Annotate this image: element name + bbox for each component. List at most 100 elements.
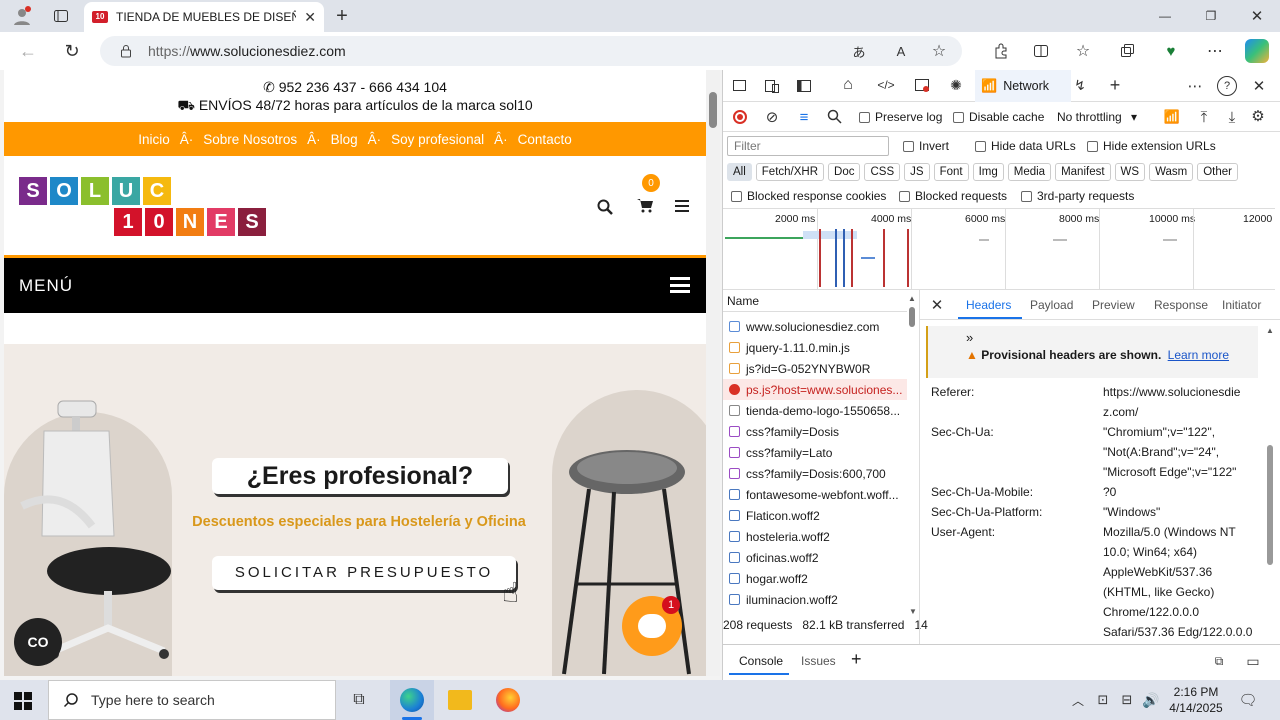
tab-initiator[interactable]: Initiator	[1222, 298, 1261, 312]
task-view-icon[interactable]: ⧉	[348, 690, 370, 710]
network-tab[interactable]: 📶 Network	[975, 70, 1071, 102]
checkbox-box[interactable]	[1021, 191, 1032, 203]
tab-preview[interactable]: Preview	[1092, 298, 1135, 312]
headers-scrollbar[interactable]: ▲	[1263, 326, 1277, 640]
nav-soy-profesional[interactable]: Soy profesional	[391, 132, 484, 147]
tab-actions-icon[interactable]	[50, 6, 72, 26]
request-row[interactable]: www.solucionesdiez.com	[723, 316, 907, 337]
blocked-response-cookies-checkbox[interactable]: Blocked response cookies	[731, 189, 886, 203]
filter-manifest[interactable]: Manifest	[1055, 163, 1111, 181]
search-icon[interactable]	[594, 196, 616, 218]
sources-bug-icon[interactable]: ✺	[947, 76, 965, 94]
drawer-add-icon[interactable]: +	[851, 649, 862, 670]
more-tabs-plus-icon[interactable]: +	[1105, 74, 1125, 96]
request-list-thumb[interactable]	[909, 307, 915, 327]
inspect-icon[interactable]	[731, 78, 749, 94]
nav-sobre-nosotros[interactable]: Sobre Nosotros	[203, 132, 297, 147]
headers-scrollbar-thumb[interactable]	[1267, 445, 1273, 565]
checkbox-box[interactable]	[731, 191, 742, 203]
scroll-down-icon[interactable]: ▼	[909, 607, 917, 616]
drawer-console-tab[interactable]: Console	[729, 645, 789, 675]
back-icon[interactable]: ←	[16, 40, 40, 62]
network-settings-icon[interactable]: ⚙	[1249, 107, 1267, 125]
scroll-up-icon[interactable]: ▲	[907, 294, 917, 303]
restore-icon[interactable]: ❐	[1200, 6, 1222, 26]
network-tray-icon[interactable]: ⊡	[1094, 690, 1112, 710]
tab-payload[interactable]: Payload	[1030, 298, 1073, 312]
learn-more-link[interactable]: Learn more	[1168, 348, 1229, 362]
request-row[interactable]: jquery-1.11.0.min.js	[723, 337, 907, 358]
close-window-icon[interactable]: ✕	[1246, 6, 1268, 26]
request-row[interactable]: hosteleria.woff2	[723, 526, 907, 547]
dock-drawer-icon[interactable]: ⧉	[1211, 653, 1227, 669]
notifications-icon[interactable]: 🗨	[1238, 690, 1258, 710]
split-screen-icon[interactable]	[1030, 40, 1052, 62]
extensions-icon[interactable]	[990, 40, 1012, 62]
elements-icon[interactable]: </>	[875, 76, 897, 94]
filter-wasm[interactable]: Wasm	[1149, 163, 1194, 181]
solicitar-presupuesto-button[interactable]: SOLICITAR PRESUPUESTO	[212, 556, 516, 590]
clear-icon[interactable]: ⊘	[763, 108, 781, 126]
filter-other[interactable]: Other	[1197, 163, 1238, 181]
read-aloud-icon[interactable]: A	[890, 40, 912, 62]
file-explorer-icon[interactable]	[448, 690, 472, 710]
filter-icon[interactable]: ≡	[795, 108, 813, 126]
checkbox-box[interactable]	[975, 141, 986, 153]
copilot-icon[interactable]	[1245, 39, 1269, 63]
favorites-icon[interactable]: ☆	[1072, 40, 1094, 62]
checkbox-box[interactable]	[1087, 141, 1098, 153]
nav-contacto[interactable]: Contacto	[518, 132, 572, 147]
clock[interactable]: 2:16 PM 4/14/2025	[1164, 684, 1228, 716]
devtools-more-icon[interactable]: ⋯	[1185, 76, 1205, 96]
hide-data-urls-checkbox[interactable]: Hide data URLs	[975, 139, 1076, 153]
filter-fetch-xhr[interactable]: Fetch/XHR	[755, 163, 825, 181]
welcome-home-icon[interactable]: ⌂	[839, 76, 857, 94]
translate-icon[interactable]: あ	[848, 40, 870, 62]
scroll-up-icon[interactable]: ▲	[1263, 326, 1277, 335]
request-row[interactable]: js?id=G-052YNYBW0R	[723, 358, 907, 379]
blocked-requests-checkbox[interactable]: Blocked requests	[899, 189, 1007, 203]
start-windows-icon[interactable]	[14, 692, 32, 710]
show-hidden-icons-icon[interactable]: ︿	[1070, 690, 1086, 710]
menu-bar[interactable]: MENÚ	[4, 258, 706, 313]
filter-media[interactable]: Media	[1007, 163, 1052, 181]
request-row[interactable]: fontawesome-webfont.woff...	[723, 484, 907, 505]
nav-blog[interactable]: Blog	[331, 132, 358, 147]
filter-js[interactable]: JS	[904, 163, 930, 181]
filter-font[interactable]: Font	[933, 163, 969, 181]
page-scrollbar-thumb[interactable]	[709, 92, 717, 128]
console-icon[interactable]	[913, 76, 931, 94]
request-row[interactable]: css?family=Dosis	[723, 421, 907, 442]
close-drawer-icon[interactable]: ▭	[1245, 653, 1261, 669]
edge-taskbar-button[interactable]	[390, 680, 434, 720]
request-list-scrollbar[interactable]: ▲ ▼	[907, 294, 917, 616]
filter-img[interactable]: Img	[972, 163, 1004, 181]
new-tab-icon[interactable]: +	[330, 4, 354, 28]
wifi-tray-icon[interactable]: ⊟	[1118, 690, 1136, 710]
name-column-header[interactable]: Name	[723, 290, 907, 312]
collections-icon[interactable]	[1116, 40, 1138, 62]
filter-ws[interactable]: WS	[1114, 163, 1146, 181]
request-row[interactable]: hogar.woff2	[723, 568, 907, 589]
device-toolbar-icon[interactable]	[763, 78, 781, 94]
profile-icon[interactable]	[10, 6, 34, 26]
browser-essentials-icon[interactable]: ♥	[1160, 40, 1182, 62]
network-conditions-icon[interactable]: 📶	[1163, 108, 1181, 126]
preserve-log-checkbox[interactable]: Preserve log	[859, 110, 942, 124]
volume-icon[interactable]: 🔊	[1142, 690, 1160, 710]
timeline-overview[interactable]: 2000 ms 4000 ms 6000 ms 8000 ms 10000 ms…	[723, 208, 1275, 290]
page-scrollbar[interactable]	[706, 70, 720, 676]
help-icon[interactable]: ?	[1217, 76, 1237, 96]
third-party-checkbox[interactable]: 3rd-party requests	[1021, 189, 1134, 203]
disable-cache-checkbox[interactable]: Disable cache	[953, 110, 1044, 124]
request-row[interactable]: css?family=Dosis:600,700	[723, 463, 907, 484]
site-logo[interactable]: S O L U C 1 0 N E S	[19, 177, 266, 236]
menu-toggle-icon[interactable]	[670, 277, 690, 293]
dock-icon[interactable]	[795, 78, 813, 94]
refresh-icon[interactable]: ↻	[60, 40, 84, 62]
drawer-issues-tab[interactable]: Issues	[801, 654, 836, 668]
browser-tab[interactable]: 10 TIENDA DE MUEBLES DE DISEÑO ✕	[84, 2, 324, 32]
tab-headers[interactable]: Headers	[966, 298, 1011, 312]
request-row[interactable]: css?family=Lato	[723, 442, 907, 463]
record-icon[interactable]	[733, 110, 747, 124]
